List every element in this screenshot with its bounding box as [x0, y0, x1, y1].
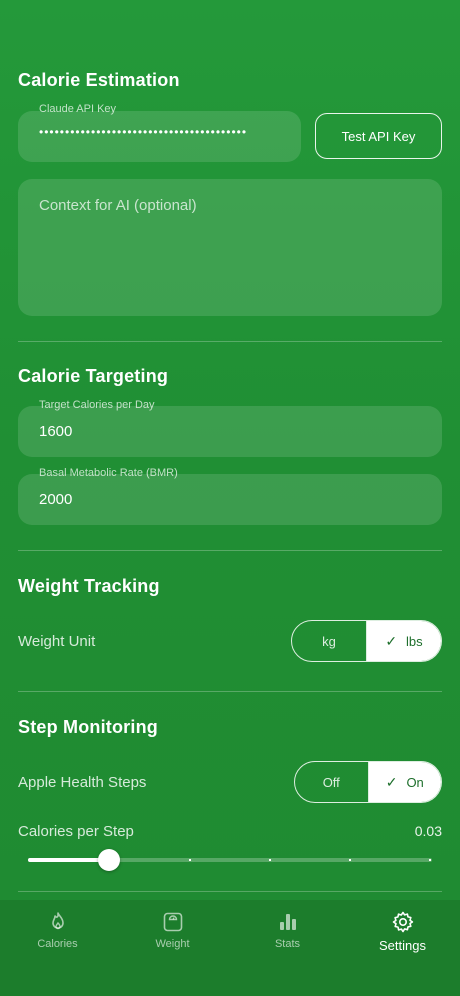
calories-per-step-value: 0.03: [414, 823, 442, 839]
tab-weight-label: Weight: [155, 938, 190, 950]
target-calories-field[interactable]: Target Calories per Day 1600: [18, 399, 442, 457]
tab-stats-label: Stats: [274, 938, 301, 950]
ai-context-textarea[interactable]: Context for AI (optional): [18, 179, 442, 316]
flame-icon: [51, 912, 64, 930]
api-key-field[interactable]: Claude API Key •••••••••••••••••••••••••…: [18, 103, 301, 162]
lbs-label: lbs: [406, 633, 423, 649]
scale-icon: [163, 912, 182, 932]
tab-settings-label: Settings: [379, 938, 426, 953]
calories-per-step-slider[interactable]: [28, 848, 432, 872]
slider-tick: [429, 859, 431, 861]
target-calories-value: 1600: [39, 423, 73, 440]
bmr-value: 2000: [39, 491, 73, 508]
tab-settings[interactable]: Settings: [345, 900, 460, 970]
tab-weight[interactable]: Weight: [115, 900, 230, 970]
api-key-value: ••••••••••••••••••••••••••••••••••••••••: [39, 125, 248, 139]
calorie-targeting-title: Calorie Targeting: [18, 366, 169, 386]
health-steps-on[interactable]: ✓ On: [368, 762, 441, 802]
slider-thumb[interactable]: [98, 849, 120, 871]
kg-label: kg: [322, 633, 336, 649]
apple-health-steps-selector[interactable]: Off ✓ On: [294, 761, 442, 803]
test-api-key-button[interactable]: Test API Key: [315, 113, 442, 159]
weight-unit-label: Weight Unit: [18, 633, 96, 650]
off-label: Off: [322, 774, 340, 790]
section-divider: [18, 891, 442, 892]
bar-chart-icon: [279, 914, 296, 930]
api-key-label: Claude API Key: [39, 103, 117, 115]
step-monitoring-title: Step Monitoring: [18, 717, 158, 737]
weight-tracking-title: Weight Tracking: [18, 576, 160, 596]
slider-tick: [349, 859, 351, 861]
apple-health-steps-label: Apple Health Steps: [18, 774, 147, 791]
tab-stats[interactable]: Stats: [230, 900, 345, 970]
slider-tick: [189, 859, 191, 861]
bmr-label: Basal Metabolic Rate (BMR): [39, 467, 178, 479]
checkmark-icon: ✓: [385, 773, 398, 790]
bmr-field[interactable]: Basal Metabolic Rate (BMR) 2000: [18, 467, 442, 525]
health-steps-off[interactable]: Off: [295, 762, 369, 802]
on-label: On: [406, 774, 424, 790]
section-divider: [18, 691, 442, 692]
gear-icon: [392, 911, 413, 933]
calories-per-step-label: Calories per Step: [18, 823, 134, 840]
section-divider: [18, 550, 442, 551]
ai-context-placeholder: Context for AI (optional): [39, 197, 197, 214]
slider-tick: [269, 859, 271, 861]
tab-bar: Calories Weight Stats Settings: [0, 900, 460, 996]
weight-unit-selector[interactable]: kg ✓ lbs: [291, 620, 442, 662]
target-calories-label: Target Calories per Day: [39, 399, 155, 411]
calorie-estimation-title: Calorie Estimation: [18, 70, 180, 90]
weight-unit-kg[interactable]: kg: [292, 621, 367, 661]
tab-calories[interactable]: Calories: [0, 900, 115, 970]
tab-calories-label: Calories: [37, 938, 78, 950]
section-divider: [18, 341, 442, 342]
slider-fill: [28, 858, 109, 862]
checkmark-icon: ✓: [385, 632, 398, 649]
weight-unit-lbs[interactable]: ✓ lbs: [367, 621, 441, 661]
